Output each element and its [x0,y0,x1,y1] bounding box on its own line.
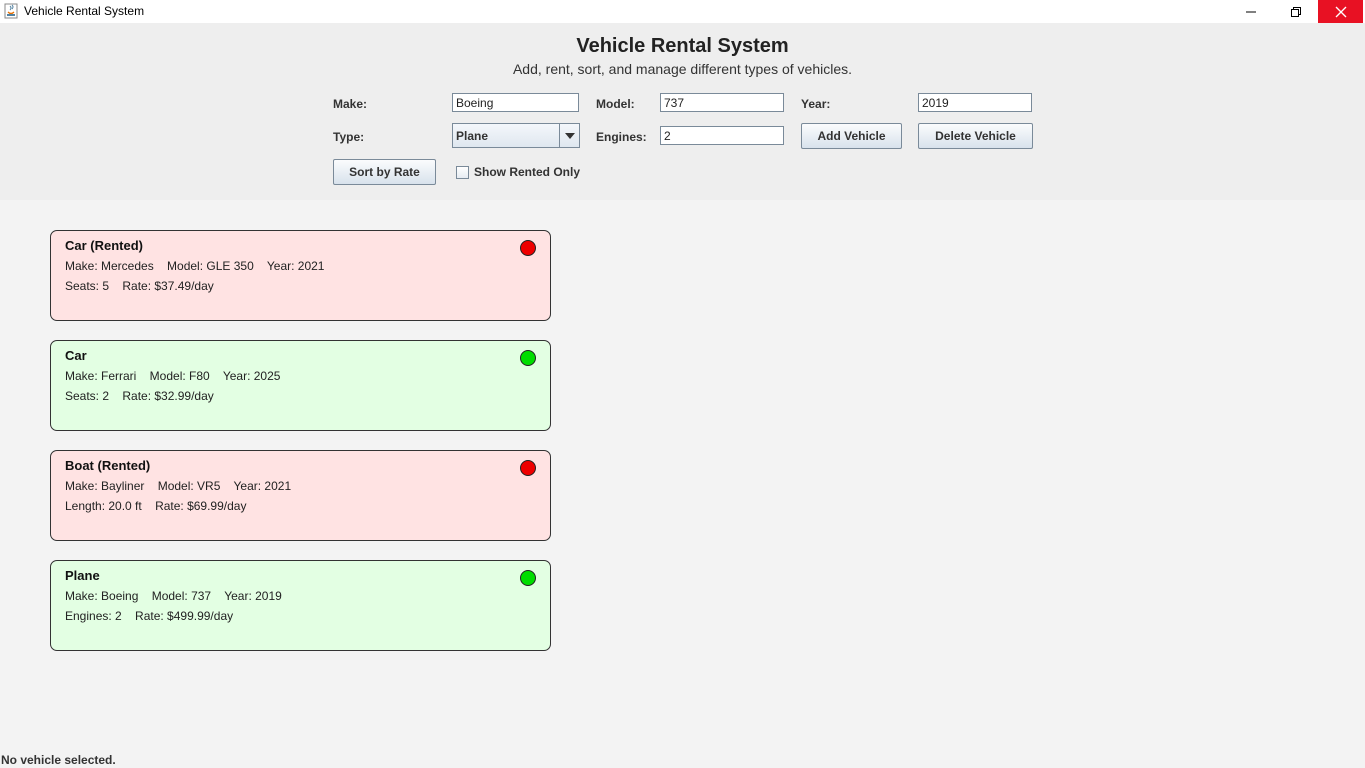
type-select-value: Plane [456,129,489,143]
status-indicator-icon [520,240,536,256]
type-label: Type: [333,130,365,144]
engines-label: Engines: [596,130,647,144]
vehicle-title: Plane [65,568,100,583]
window-titlebar: Vehicle Rental System [0,0,1365,23]
vehicle-rate-info: Seats: 5 Rate: $37.49/day [65,279,214,293]
window-title: Vehicle Rental System [24,4,145,18]
vehicle-title: Boat (Rented) [65,458,151,473]
control-panel: Vehicle Rental System Add, rent, sort, a… [0,23,1365,200]
vehicle-card[interactable]: Car Make: Ferrari Model: F80 Year: 2025 … [50,340,551,431]
make-label: Make: [333,97,368,111]
vehicle-details: Make: Ferrari Model: F80 Year: 2025 [65,369,281,383]
page-subtitle: Add, rent, sort, and manage different ty… [512,61,853,77]
status-bar: No vehicle selected. [1,753,116,767]
model-label: Model: [596,97,635,111]
sort-by-rate-button[interactable]: Sort by Rate [333,159,436,185]
page-title: Vehicle Rental System [576,35,789,57]
chevron-down-icon[interactable] [559,124,579,147]
vehicle-rate-info: Seats: 2 Rate: $32.99/day [65,389,214,403]
vehicle-card[interactable]: Plane Make: Boeing Model: 737 Year: 2019… [50,560,551,651]
show-rented-only-label: Show Rented Only [474,165,581,179]
vehicle-card[interactable]: Boat (Rented) Make: Bayliner Model: VR5 … [50,450,551,541]
java-app-icon [3,3,19,19]
model-field[interactable] [660,93,784,112]
vehicle-title: Car (Rented) [65,238,144,253]
vehicle-details: Make: Bayliner Model: VR5 Year: 2021 [65,479,292,493]
minimize-icon [1245,11,1256,12]
vehicle-card[interactable]: Car (Rented) Make: Mercedes Model: GLE 3… [50,230,551,321]
engines-field[interactable] [660,126,784,145]
restore-icon [1290,6,1301,17]
status-indicator-icon [520,460,536,476]
type-select[interactable]: Plane [452,123,580,148]
vehicle-rate-info: Length: 20.0 ft Rate: $69.99/day [65,499,247,513]
vehicle-details: Make: Boeing Model: 737 Year: 2019 [65,589,282,603]
status-indicator-icon [520,570,536,586]
vehicle-title: Car [65,348,87,363]
close-button[interactable] [1318,0,1363,23]
delete-vehicle-button[interactable]: Delete Vehicle [918,123,1033,149]
status-indicator-icon [520,350,536,366]
year-label: Year: [801,97,831,111]
restore-button[interactable] [1273,0,1318,23]
close-icon [1335,6,1346,17]
vehicle-details: Make: Mercedes Model: GLE 350 Year: 2021 [65,259,325,273]
minimize-button[interactable] [1228,0,1273,23]
add-vehicle-button[interactable]: Add Vehicle [801,123,902,149]
show-rented-only-checkbox[interactable] [456,165,469,179]
make-field[interactable] [452,93,579,112]
show-rented-only-toggle[interactable]: Show Rented Only [456,165,580,179]
year-field[interactable] [918,93,1032,112]
vehicle-rate-info: Engines: 2 Rate: $499.99/day [65,609,234,623]
